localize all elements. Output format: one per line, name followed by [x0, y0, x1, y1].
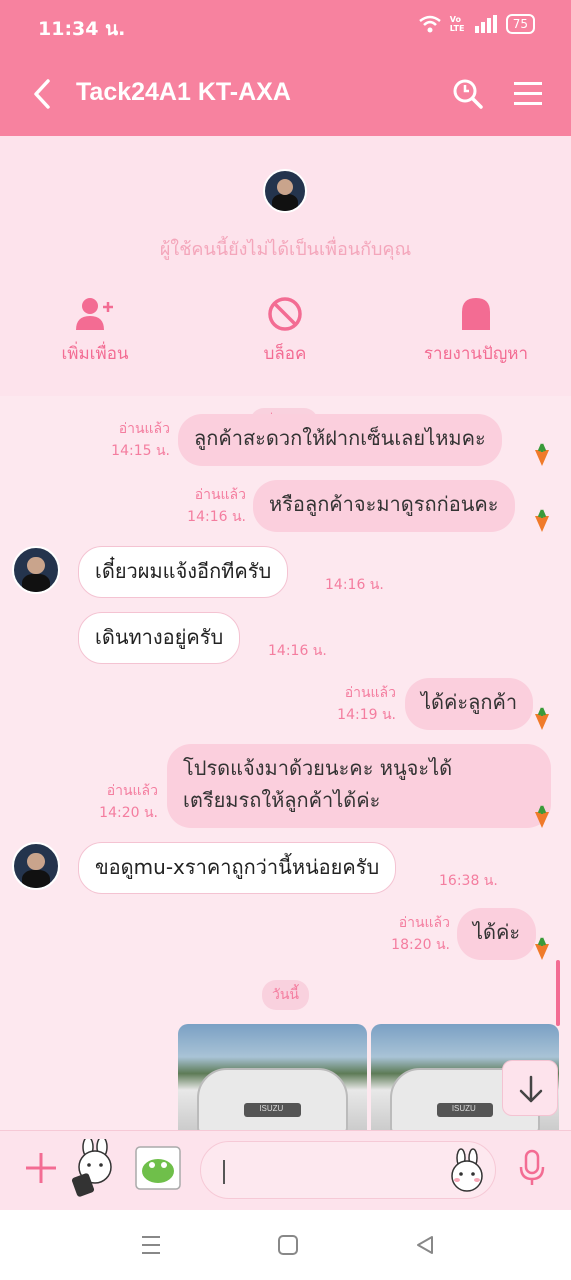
report-label: รายงานปัญหา [423, 344, 529, 364]
carrot-icon [535, 707, 549, 730]
add-friend-icon [76, 298, 113, 330]
plus-icon[interactable] [24, 1151, 58, 1185]
menu-icon[interactable] [514, 80, 542, 108]
scroll-to-bottom-button[interactable] [502, 1060, 558, 1116]
message-meta: อ่านแล้ว 14:19 น. [337, 685, 396, 723]
microphone-icon[interactable] [518, 1149, 546, 1187]
message-input-bar [0, 1130, 571, 1210]
chat-title: Tack24A1 KT-AXA [76, 78, 291, 106]
battery-icon: 75 [505, 14, 535, 34]
recent-apps-icon[interactable] [140, 1234, 162, 1256]
message-meta: อ่านแล้ว 14:20 น. [99, 783, 158, 821]
message-time: 14:16 น. [268, 643, 327, 659]
message-time: 16:38 น. [439, 873, 498, 889]
carrot-icon [535, 937, 549, 960]
message-input[interactable] [200, 1141, 496, 1199]
text-caret [223, 1160, 225, 1184]
profile-panel: ผู้ใช้คนนี้ยังไม่ได้เป็นเพื่อนกับคุณ เพิ… [0, 136, 571, 396]
block-button[interactable]: บล็อค [258, 296, 312, 367]
outgoing-message[interactable]: ได้ค่ะลูกค้า [405, 678, 534, 730]
incoming-message[interactable]: ขอดูmu-xราคาถูกว่านี้หน่อยครับ [78, 842, 397, 894]
carrot-icon [535, 443, 549, 466]
outgoing-message[interactable]: หรือลูกค้าจะมาดูรถก่อนคะ [253, 480, 515, 532]
chat-messages[interactable]: เมื่อวาน อ่านแล้ว14:15 น. ลูกค้าสะดวกให้… [0, 396, 571, 1130]
status-icons: Vo LTE 75 [418, 14, 535, 34]
sender-avatar[interactable] [12, 546, 60, 594]
search-icon[interactable] [452, 78, 484, 110]
outgoing-message[interactable]: ได้ค่ะ [457, 908, 537, 960]
sender-avatar[interactable] [12, 842, 60, 890]
incoming-message[interactable]: เดินทางอยู่ครับ [78, 612, 241, 664]
message-meta: อ่านแล้ว 14:15 น. [111, 421, 170, 459]
contact-avatar[interactable] [263, 169, 307, 213]
add-friend-button[interactable]: เพิ่มเพื่อน [58, 296, 132, 367]
wifi-icon [418, 15, 441, 33]
block-label: บล็อค [263, 344, 307, 364]
message-meta: อ่านแล้ว 18:20 น. [391, 915, 450, 953]
car-photo[interactable]: ISUZU [178, 1024, 367, 1130]
report-bell-icon [462, 298, 490, 330]
status-time: 11:34 น. [38, 18, 126, 40]
outgoing-message[interactable]: ลูกค้าสะดวกให้ฝากเซ็นเลยไหมคะ [178, 414, 502, 466]
system-nav-bar [0, 1210, 571, 1280]
block-icon [268, 297, 302, 331]
arrow-down-icon [519, 1075, 543, 1103]
nav-back-icon[interactable] [414, 1234, 436, 1256]
not-friend-notice: ผู้ใช้คนนี้ยังไม่ได้เป็นเพื่อนกับคุณ [159, 239, 412, 260]
message-meta: อ่านแล้ว 14:16 น. [187, 487, 246, 525]
date-separator-today: วันนี้ [262, 980, 310, 1010]
volte-icon: Vo LTE [449, 15, 465, 33]
message-time: 14:16 น. [325, 577, 384, 593]
add-friend-label: เพิ่มเพื่อน [61, 344, 129, 364]
home-icon[interactable] [277, 1234, 299, 1256]
sticker-icon[interactable] [134, 1145, 182, 1191]
report-button[interactable]: รายงานปัญหา [420, 296, 532, 367]
incoming-message[interactable]: เดี๋ยวผมแจ้งอีกทีครับ [78, 546, 289, 598]
scrollbar[interactable] [556, 960, 560, 1026]
carrot-icon [535, 509, 549, 532]
emoji-sticker-icon[interactable] [445, 1148, 489, 1194]
status-bar: 11:34 น. Vo LTE 75 [0, 0, 571, 52]
outgoing-message[interactable]: โปรดแจ้งมาด้วยนะคะ หนูจะได้ เตรียมรถให้ล… [167, 744, 551, 828]
back-arrow-icon[interactable] [30, 78, 54, 110]
cony-sticker-icon[interactable] [68, 1139, 122, 1197]
carrot-icon [535, 805, 549, 828]
signal-icon [474, 15, 497, 33]
chat-header: Tack24A1 KT-AXA [0, 52, 571, 136]
